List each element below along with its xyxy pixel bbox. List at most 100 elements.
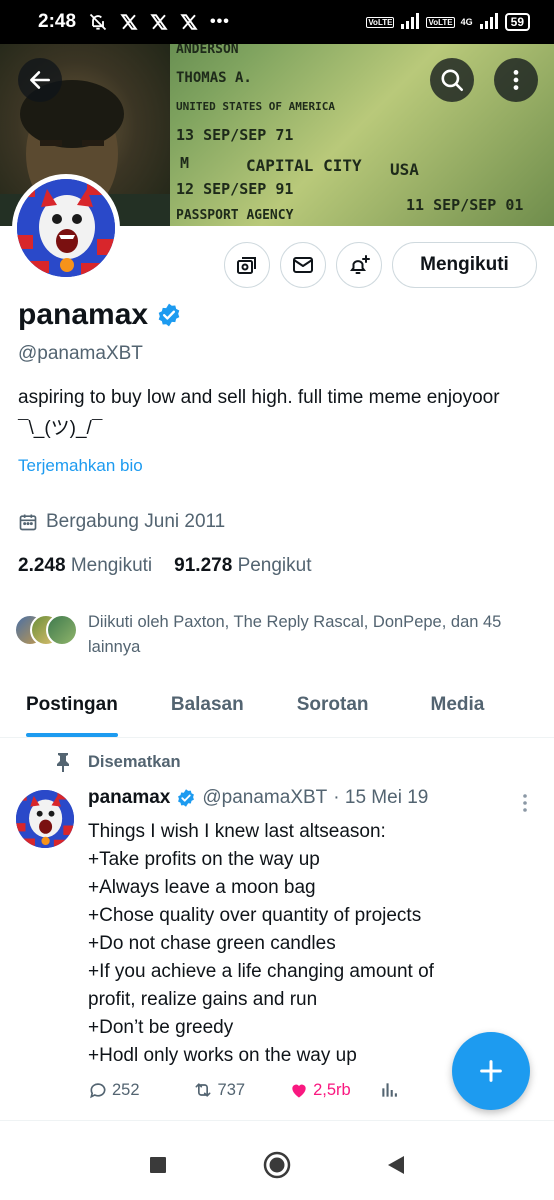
banner-text-line: UNITED STATES OF AMERICA — [176, 100, 335, 113]
post-text-line: +If you achieve a life changing amount o… — [88, 961, 434, 982]
reply-button[interactable]: 252 — [88, 1080, 140, 1100]
post-text-line: +Don’t be greedy — [88, 1017, 234, 1038]
avatar — [46, 614, 78, 646]
signal-icon — [479, 12, 499, 32]
notify-button[interactable] — [336, 242, 382, 288]
post-text-line: profit, realize gains and run — [88, 989, 318, 1010]
banner-text-line: 12 SEP/SEP 91 — [176, 180, 294, 198]
joined-date-row: Bergabung Juni 2011 — [18, 511, 225, 533]
tab-highlights[interactable]: Sorotan — [297, 680, 369, 737]
search-icon — [441, 69, 464, 92]
banner-text-line: 13 SEP/SEP 71 — [176, 126, 294, 144]
tab-media[interactable]: Media — [431, 680, 485, 737]
views-button[interactable] — [379, 1080, 399, 1100]
banner-text-line: ANDERSON — [176, 44, 239, 57]
tab-label: Postingan — [26, 694, 118, 715]
banner-text-line: M — [180, 154, 190, 172]
post-author-handle: @panamaXBT — [202, 787, 328, 808]
status-time: 2:48 — [38, 11, 77, 32]
banner-text-line: CAPITAL CITY — [246, 156, 362, 175]
banner-text-line: PASSPORT AGENCY — [176, 208, 294, 223]
like-button[interactable]: 2,5rb — [289, 1080, 351, 1100]
post-divider — [0, 1120, 554, 1121]
following-label: Mengikuti — [70, 555, 153, 576]
followers-you-know-avatars — [14, 614, 78, 648]
profile-name: panamax — [18, 298, 149, 331]
profile-handle: @panamaXBT — [18, 343, 143, 364]
post-text-line: +Chose quality over quantity of projects — [88, 905, 422, 926]
tab-label: Media — [430, 694, 485, 715]
square-icon — [149, 1157, 166, 1173]
post-text: Things I wish I knew last altseason: +Ta… — [88, 818, 508, 1070]
network-type: 4G — [460, 17, 473, 27]
envelope-icon — [293, 257, 313, 273]
pinned-label: Disematkan — [88, 752, 181, 771]
joined-date: Bergabung Juni 2011 — [46, 511, 226, 532]
following-count: 2.248 — [18, 555, 66, 576]
battery-indicator: 59 — [504, 13, 530, 31]
analytics-icon — [382, 1083, 397, 1097]
subscribe-button[interactable] — [224, 242, 270, 288]
translate-bio-link[interactable]: Terjemahkan bio — [18, 456, 143, 476]
tab-label: Sorotan — [296, 694, 369, 715]
status-bar: 2:48 ••• VoLTE VoLTE 4G 59 — [0, 0, 554, 44]
followers-stat[interactable]: 91.278 Pengikut — [174, 555, 311, 577]
post-text-line: +Hodl only works on the way up — [88, 1045, 357, 1066]
post-text-line: +Take profits on the way up — [88, 849, 320, 870]
verified-badge-icon — [178, 789, 195, 807]
more-vertical-icon — [513, 70, 519, 90]
post-header: panamax @panamaXBT · 15 Mei 19 — [88, 787, 428, 809]
tab-label: Balasan — [170, 694, 244, 715]
more-vertical-icon — [523, 794, 527, 812]
following-stat[interactable]: 2.248 Mengikuti — [18, 555, 152, 577]
volte-badge: VoLTE — [366, 16, 395, 28]
bell-plus-icon — [350, 255, 370, 274]
repost-count: 737 — [217, 1080, 246, 1099]
bell-off-icon — [88, 12, 108, 32]
following-button[interactable]: Mengikuti — [392, 242, 537, 288]
recents-button[interactable] — [148, 1155, 168, 1180]
arrow-left-icon — [30, 71, 50, 89]
follow-stats: 2.248 Mengikuti 91.278 Pengikut — [18, 555, 312, 577]
post-actions: 252 737 2,5rb — [88, 1080, 399, 1100]
reply-icon — [90, 1083, 106, 1099]
compose-post-button[interactable] — [452, 1032, 530, 1110]
post-author-avatar[interactable] — [16, 790, 74, 848]
calendar-icon — [19, 514, 37, 531]
more-options-button[interactable] — [494, 58, 538, 102]
verified-badge-icon[interactable] — [156, 302, 182, 328]
profile-bio: aspiring to buy low and sell high. full … — [18, 387, 500, 439]
message-button[interactable] — [280, 242, 326, 288]
volte-badge: VoLTE — [426, 16, 455, 28]
plus-icon — [480, 1060, 502, 1082]
reply-count: 252 — [112, 1080, 140, 1099]
profile-avatar[interactable] — [12, 174, 120, 282]
home-button[interactable] — [263, 1151, 291, 1184]
followers-label: Pengikut — [237, 555, 312, 576]
post-text-line: +Do not chase green candles — [88, 933, 336, 954]
like-count: 2,5rb — [313, 1080, 351, 1099]
tab-replies[interactable]: Balasan — [171, 680, 244, 737]
post-author-name[interactable]: panamax — [88, 787, 170, 809]
x-logo-icon — [150, 13, 168, 31]
subscription-icon — [237, 257, 256, 274]
triangle-back-icon — [388, 1156, 405, 1174]
system-navigation-bar — [0, 1135, 554, 1200]
followed-by-row[interactable]: Diikuti oleh Paxton, The Reply Rascal, D… — [14, 610, 544, 660]
back-button[interactable] — [18, 58, 62, 102]
search-button[interactable] — [430, 58, 474, 102]
tab-posts[interactable]: Postingan — [26, 680, 118, 737]
more-notifications-icon: ••• — [210, 13, 230, 30]
pinned-indicator: Disematkan — [54, 752, 181, 772]
pin-icon — [57, 753, 69, 772]
repost-button[interactable]: 737 — [192, 1080, 246, 1100]
circle-home-icon — [263, 1151, 291, 1179]
post-text-line: +Always leave a moon bag — [88, 877, 316, 898]
x-logo-icon — [180, 13, 198, 31]
banner-text-line: USA — [390, 160, 419, 179]
x-logo-icon — [120, 13, 138, 31]
back-nav-button[interactable] — [386, 1154, 406, 1181]
post-more-button[interactable] — [516, 792, 534, 819]
banner-text-line: 11 SEP/SEP 01 — [406, 196, 524, 214]
banner-text-line: THOMAS A. — [176, 70, 252, 86]
